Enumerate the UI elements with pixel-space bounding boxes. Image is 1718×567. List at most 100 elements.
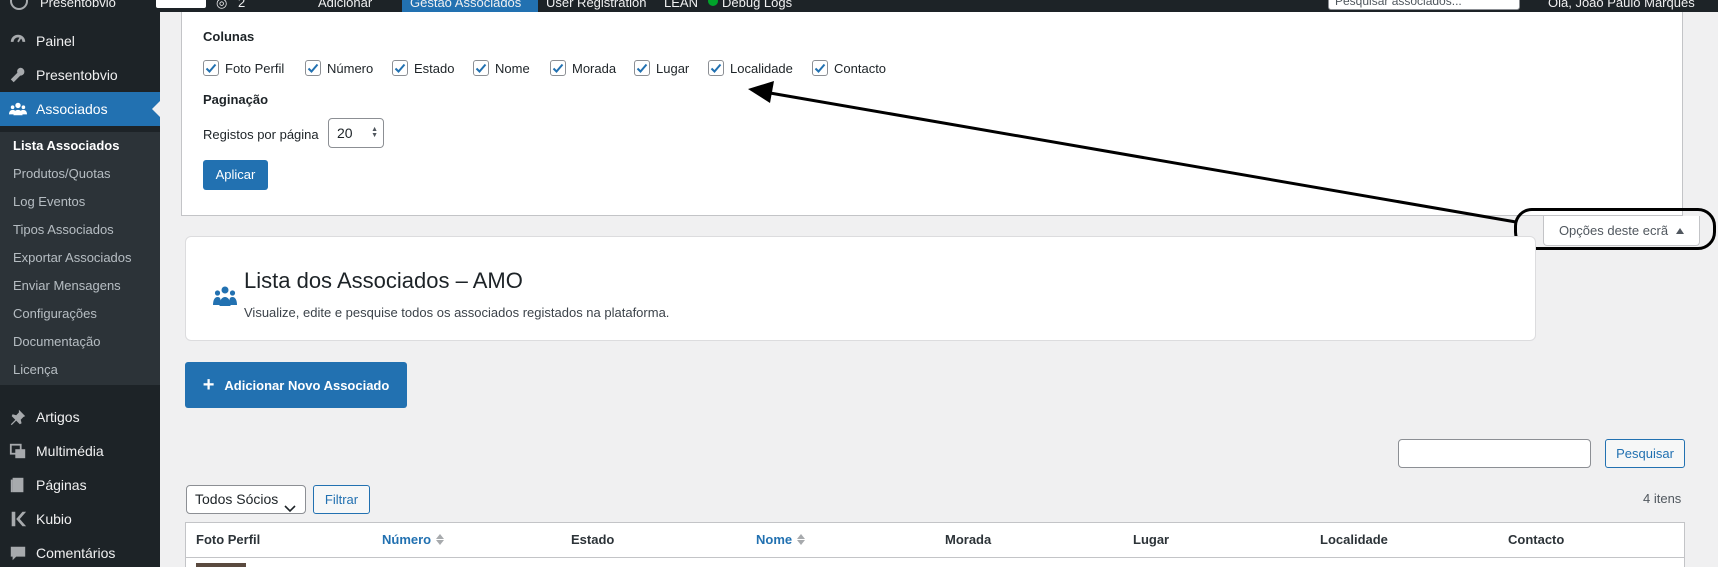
- column-header-label: Número: [382, 532, 432, 547]
- checkbox-checked-icon[interactable]: [473, 60, 489, 76]
- checkbox-checked-icon[interactable]: [634, 60, 650, 76]
- admin-bar-user-registration[interactable]: User Registration: [546, 0, 646, 12]
- menu-item-painel[interactable]: Painel: [0, 24, 160, 58]
- submenu-item-licenca[interactable]: Licença: [13, 360, 58, 380]
- admin-bar-debug-logs[interactable]: Debug Logs: [722, 0, 792, 12]
- menu-item-associados[interactable]: Associados: [0, 92, 160, 126]
- column-toggle-contacto[interactable]: Contacto: [812, 60, 886, 76]
- menu-item-kubio[interactable]: Kubio: [0, 502, 160, 536]
- menu-item-label: Associados: [36, 101, 108, 117]
- admin-bar-updates-badge[interactable]: [156, 0, 206, 8]
- menu-item-label: Multimédia: [36, 443, 104, 459]
- column-toggle-numero[interactable]: Número: [305, 60, 373, 76]
- submenu-item-tipos-associados[interactable]: Tipos Associados: [13, 220, 114, 240]
- admin-bar-site-name[interactable]: Presentobvio: [40, 0, 116, 12]
- checkbox-checked-icon[interactable]: [708, 60, 724, 76]
- wordpress-logo-icon[interactable]: [10, 0, 28, 10]
- search-input[interactable]: [1398, 439, 1591, 468]
- checkbox-checked-icon[interactable]: [550, 60, 566, 76]
- spinner-arrows-icon[interactable]: ▲ ▼: [371, 126, 378, 139]
- column-header-label: Localidade: [1320, 532, 1388, 547]
- filter-button[interactable]: Filtrar: [313, 485, 370, 514]
- checkbox-checked-icon[interactable]: [203, 60, 219, 76]
- column-header-nome[interactable]: Nome: [756, 532, 806, 547]
- column-toggle-label: Estado: [414, 60, 455, 76]
- sort-arrows-icon: [436, 534, 445, 545]
- items-count: 4 itens: [1643, 491, 1682, 506]
- media-icon: [0, 442, 36, 460]
- per-page-input[interactable]: 20 ▲ ▼: [328, 118, 384, 148]
- table-header-divider: [186, 557, 1684, 558]
- page-icon: [0, 476, 36, 494]
- member-type-selected: Todos Sócios: [195, 491, 279, 507]
- search-button[interactable]: Pesquisar: [1605, 439, 1685, 468]
- member-type-select[interactable]: Todos Sócios: [186, 485, 306, 514]
- screen-options-panel: Colunas Foto Perfil Número Estado Nome M…: [181, 12, 1683, 216]
- per-page-value: 20: [337, 125, 353, 141]
- admin-bar-comments-count[interactable]: 2: [238, 0, 245, 12]
- column-toggle-label: Morada: [572, 60, 617, 76]
- column-header-foto-perfil: Foto Perfil: [196, 532, 260, 547]
- submenu-item-log-eventos[interactable]: Log Eventos: [13, 192, 85, 212]
- submenu-associados: Lista Associados Produtos/Quotas Log Eve…: [0, 132, 160, 385]
- column-header-lugar: Lugar: [1133, 532, 1169, 547]
- menu-item-label: Artigos: [36, 409, 80, 425]
- debug-status-dot-icon: [708, 0, 718, 6]
- per-page-label: Registos por página: [203, 127, 319, 142]
- menu-item-presentobvio[interactable]: Presentobvio: [0, 58, 160, 92]
- comment-icon: [0, 544, 36, 562]
- column-header-label: Morada: [945, 532, 992, 547]
- column-toggle-estado[interactable]: Estado: [392, 60, 454, 76]
- admin-bar-leaf[interactable]: LEAN: [664, 0, 698, 12]
- column-toggle-lugar[interactable]: Lugar: [634, 60, 689, 76]
- column-toggle-foto-perfil[interactable]: Foto Perfil: [203, 60, 284, 76]
- admin-bar-search-input[interactable]: Pesquisar associados...: [1328, 0, 1520, 10]
- column-toggle-label: Número: [327, 60, 374, 76]
- submenu-item-documentacao[interactable]: Documentação: [13, 332, 100, 352]
- menu-item-paginas[interactable]: Páginas: [0, 468, 160, 502]
- dashboard-icon: [0, 32, 36, 50]
- column-toggle-label: Lugar: [656, 60, 690, 76]
- menu-item-label: Páginas: [36, 477, 87, 493]
- admin-bar-customize-icon[interactable]: ◎: [216, 0, 227, 12]
- submenu-item-exportar-associados[interactable]: Exportar Associados: [13, 248, 132, 268]
- checkbox-checked-icon[interactable]: [812, 60, 828, 76]
- wrench-icon: [0, 66, 36, 84]
- submenu-item-lista-associados[interactable]: Lista Associados: [13, 136, 119, 156]
- page-title: Lista dos Associados – AMO: [244, 268, 523, 293]
- column-header-label: Estado: [571, 532, 615, 547]
- submenu-item-produtos-quotas[interactable]: Produtos/Quotas: [13, 164, 111, 184]
- menu-item-label: Comentários: [36, 545, 116, 561]
- column-header-morada: Morada: [945, 532, 991, 547]
- admin-bar-greeting[interactable]: Olá, João Paulo Marques: [1548, 0, 1695, 12]
- chevron-down-icon: [284, 495, 296, 522]
- add-new-associado-button[interactable]: + Adicionar Novo Associado: [185, 362, 407, 408]
- page-subtitle: Visualize, edite e pesquise todos os ass…: [244, 305, 670, 320]
- submenu-item-enviar-mensagens[interactable]: Enviar Mensagens: [13, 276, 121, 296]
- associados-table: Foto Perfil Número Estado Nome Morada Lu…: [185, 522, 1685, 567]
- column-toggle-nome[interactable]: Nome: [473, 60, 530, 76]
- column-toggle-morada[interactable]: Morada: [550, 60, 616, 76]
- groups-icon: [213, 285, 237, 310]
- admin-bar-gestao-associados[interactable]: Gestão Associados: [402, 0, 538, 12]
- profile-photo-thumbnail[interactable]: [196, 563, 246, 567]
- column-header-label: Lugar: [1133, 532, 1170, 547]
- menu-item-label: Kubio: [36, 511, 72, 527]
- admin-menu: Painel Presentobvio Associados Lista Ass…: [0, 12, 160, 567]
- plus-icon: +: [202, 374, 215, 396]
- column-header-numero[interactable]: Número: [382, 532, 445, 547]
- submenu-item-configuracoes[interactable]: Configurações: [13, 304, 97, 324]
- menu-item-artigos[interactable]: Artigos: [0, 400, 160, 434]
- column-header-label: Nome: [756, 532, 793, 547]
- menu-item-label: Painel: [36, 33, 75, 49]
- menu-item-multimedia[interactable]: Multimédia: [0, 434, 160, 468]
- menu-item-comentarios[interactable]: Comentários: [0, 536, 160, 567]
- apply-button[interactable]: Aplicar: [203, 160, 268, 190]
- admin-bar-new[interactable]: Adicionar: [318, 0, 372, 12]
- checkbox-checked-icon[interactable]: [392, 60, 408, 76]
- column-toggle-localidade[interactable]: Localidade: [708, 60, 793, 76]
- annotation-highlight-ellipse: [1514, 208, 1716, 250]
- column-header-label: Foto Perfil: [196, 532, 261, 547]
- checkbox-checked-icon[interactable]: [305, 60, 321, 76]
- add-new-label: Adicionar Novo Associado: [224, 377, 390, 393]
